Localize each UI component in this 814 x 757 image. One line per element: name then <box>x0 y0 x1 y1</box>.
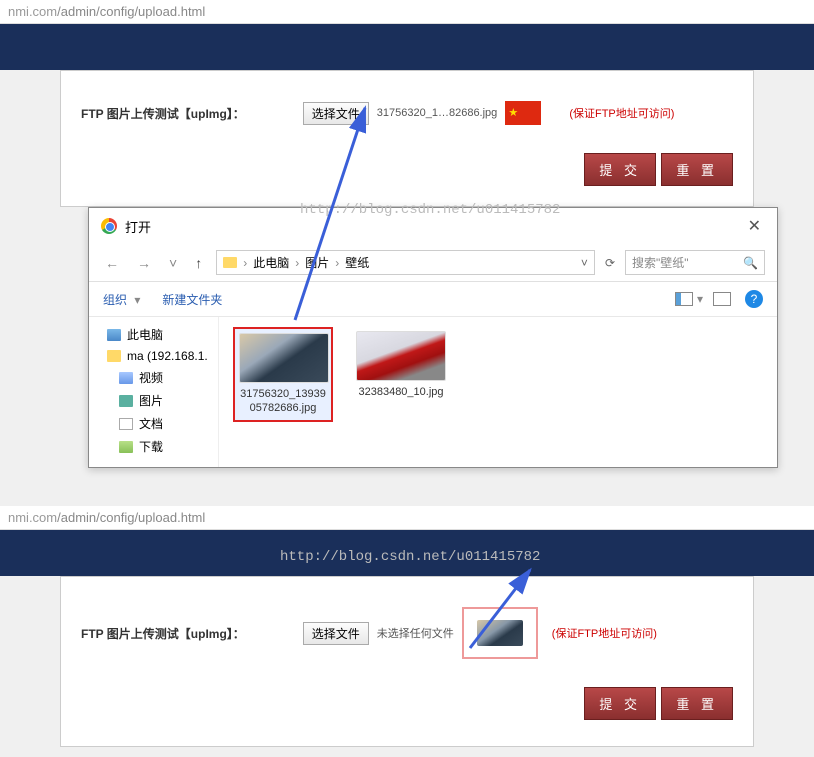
choose-file-button[interactable]: 选择文件 <box>303 102 369 125</box>
upload-row: FTP 图片上传测试【upImg】： 选择文件 31756320_1…82686… <box>81 101 733 125</box>
tree-item-pictures[interactable]: 图片 <box>89 389 218 412</box>
address-bar[interactable]: nmi.com/admin/config/upload.html <box>0 0 814 24</box>
button-row: 提 交 重 置 <box>81 687 733 720</box>
dialog-nav: ← → ˅ ↑ › 此电脑 › 图片 › 壁纸 ˅ ⟳ 搜索"壁纸" 🔍 <box>89 244 777 282</box>
nav-forward-icon[interactable]: → <box>133 253 155 273</box>
breadcrumb[interactable]: › 此电脑 › 图片 › 壁纸 ˅ <box>216 250 595 275</box>
download-icon <box>119 441 133 453</box>
nav-back-icon[interactable]: ← <box>101 253 123 273</box>
upload-label: FTP 图片上传测试【upImg】： <box>81 625 245 642</box>
tree-item-pc[interactable]: 此电脑 <box>89 323 218 346</box>
network-icon <box>107 350 121 362</box>
picture-icon <box>119 395 133 407</box>
nav-recent-icon[interactable]: ˅ <box>165 253 181 273</box>
breadcrumb-dropdown-icon[interactable]: ˅ <box>581 256 588 270</box>
upload-label: FTP 图片上传测试【upImg】： <box>81 105 245 122</box>
url-host: nmi.com <box>8 4 57 19</box>
url-path: /admin/config/upload.html <box>57 510 205 525</box>
file-open-dialog: 打开 ✕ ← → ˅ ↑ › 此电脑 › 图片 › 壁纸 ˅ ⟳ 搜索"壁纸" … <box>88 207 778 468</box>
refresh-icon[interactable]: ⟳ <box>605 256 615 270</box>
submit-button[interactable]: 提 交 <box>584 153 656 186</box>
ftp-hint: (保证FTP地址可访问) <box>569 105 674 121</box>
pc-icon <box>107 329 121 341</box>
address-bar[interactable]: nmi.com/admin/config/upload.html <box>0 506 814 530</box>
dialog-toolbar: 组织 ▾ 新建文件夹 ▾ ? <box>89 282 777 317</box>
help-icon[interactable]: ? <box>745 290 763 308</box>
dialog-titlebar: 打开 ✕ <box>89 208 777 244</box>
selected-file-name: 31756320_1…82686.jpg <box>377 107 498 119</box>
folder-tree: 此电脑 ma (192.168.1. 视频 图片 文档 下载 <box>89 317 219 467</box>
organize-menu[interactable]: 组织 ▾ <box>103 291 140 308</box>
tree-item-downloads[interactable]: 下载 <box>89 435 218 458</box>
button-row: 提 交 重 置 <box>81 153 733 186</box>
file-name: 31756320_1393905782686.jpg <box>239 387 327 416</box>
header-banner <box>0 530 814 576</box>
upload-row: FTP 图片上传测试【upImg】： 选择文件 未选择任何文件 (保证FTP地址… <box>81 607 733 659</box>
close-icon[interactable]: ✕ <box>744 216 765 236</box>
search-placeholder: 搜索"壁纸" <box>632 254 689 271</box>
dialog-title: 打开 <box>125 217 151 236</box>
file-item-selected[interactable]: 31756320_1393905782686.jpg <box>233 327 333 422</box>
chrome-icon <box>101 218 117 234</box>
url-host: nmi.com <box>8 510 57 525</box>
search-input[interactable]: 搜索"壁纸" 🔍 <box>625 250 765 275</box>
video-icon <box>119 372 133 384</box>
reset-button[interactable]: 重 置 <box>661 687 733 720</box>
choose-file-button[interactable]: 选择文件 <box>303 622 369 645</box>
view-list-icon[interactable] <box>675 292 693 306</box>
china-flag-icon: ★ <box>505 101 541 125</box>
submit-button[interactable]: 提 交 <box>584 687 656 720</box>
file-thumbnail <box>356 331 446 381</box>
tree-item-documents[interactable]: 文档 <box>89 412 218 435</box>
tree-item-videos[interactable]: 视频 <box>89 366 218 389</box>
search-icon: 🔍 <box>743 256 758 270</box>
breadcrumb-item[interactable]: 此电脑 <box>253 254 289 271</box>
preview-thumbnail <box>462 607 538 659</box>
header-banner <box>0 24 814 70</box>
nav-up-icon[interactable]: ↑ <box>191 253 206 273</box>
reset-button[interactable]: 重 置 <box>661 153 733 186</box>
file-item[interactable]: 32383480_10.jpg <box>351 327 451 403</box>
new-folder-button[interactable]: 新建文件夹 <box>162 291 222 308</box>
file-thumbnail <box>239 333 329 383</box>
breadcrumb-item[interactable]: 壁纸 <box>345 254 369 271</box>
dialog-body: 此电脑 ma (192.168.1. 视频 图片 文档 下载 31756320_… <box>89 317 777 467</box>
no-file-text: 未选择任何文件 <box>377 625 454 641</box>
document-icon <box>119 418 133 430</box>
view-preview-icon[interactable] <box>713 292 731 306</box>
breadcrumb-item[interactable]: 图片 <box>305 254 329 271</box>
upload-panel: FTP 图片上传测试【upImg】： 选择文件 31756320_1…82686… <box>60 70 754 207</box>
upload-panel: FTP 图片上传测试【upImg】： 选择文件 未选择任何文件 (保证FTP地址… <box>60 576 754 747</box>
folder-icon <box>223 257 237 268</box>
url-path: /admin/config/upload.html <box>57 4 205 19</box>
file-grid: 31756320_1393905782686.jpg 32383480_10.j… <box>219 317 777 467</box>
view-dropdown-icon[interactable]: ▾ <box>697 292 703 306</box>
file-name: 32383480_10.jpg <box>355 385 447 399</box>
ftp-hint: (保证FTP地址可访问) <box>552 625 657 641</box>
tree-item-network[interactable]: ma (192.168.1. <box>89 346 218 366</box>
